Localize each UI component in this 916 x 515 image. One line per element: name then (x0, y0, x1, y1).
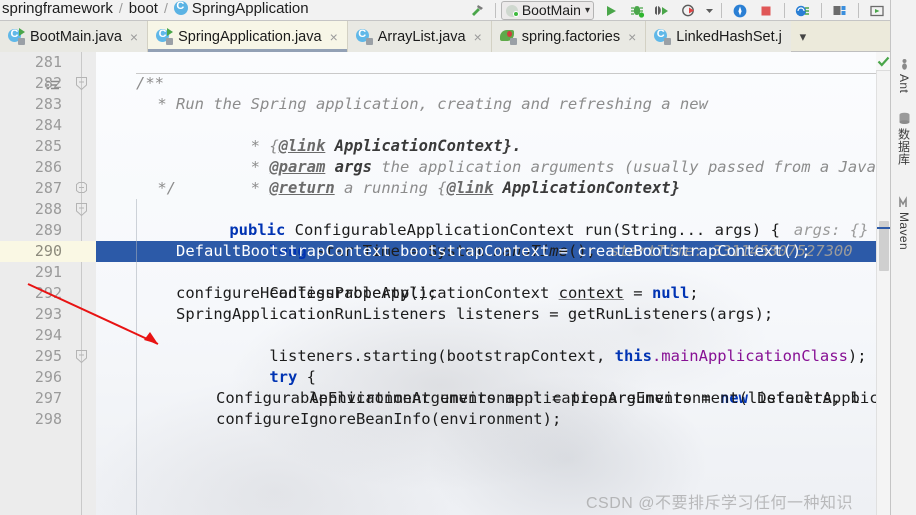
layout-button[interactable] (827, 1, 853, 21)
maven-icon (898, 196, 911, 209)
update-application-button[interactable] (727, 1, 753, 21)
stop-button[interactable] (753, 1, 779, 21)
ant-icon (898, 58, 911, 71)
line-number: 292 (34, 284, 62, 302)
line-number: 296 (34, 368, 62, 386)
java-class-readonly-icon (156, 28, 174, 45)
debug-button[interactable] (624, 1, 650, 21)
fold-marker-icon[interactable] (76, 203, 87, 216)
profiler-dropdown[interactable] (702, 1, 716, 21)
checkmark-icon (877, 56, 889, 67)
run-toolbar: BootMain ▾ (464, 0, 916, 21)
tool-window-label: Ant (897, 74, 911, 94)
toolbar-divider (494, 3, 496, 18)
code-line-297: ConfigurableEnvironment environment = pr… (216, 389, 860, 407)
breadcrumb-item-package[interactable]: springframework (2, 0, 113, 17)
breadcrumb-item-module[interactable]: boot (129, 0, 158, 17)
run-config-icon (505, 4, 520, 18)
editor-tab-arraylist[interactable]: ArrayList.java × (347, 21, 492, 52)
tool-window-button-maven[interactable]: Maven (891, 196, 916, 250)
toolbar-divider (858, 3, 859, 18)
error-stripe-scrollbar[interactable] (876, 71, 891, 515)
line-number: 281 (34, 53, 62, 71)
line-number: 293 (34, 305, 62, 323)
editor-tab-bar: BootMain.java × SpringApplication.java ×… (0, 21, 916, 52)
close-icon[interactable]: × (330, 30, 338, 44)
line-number: 297 (34, 389, 62, 407)
gutter-annotation-icon[interactable] (46, 78, 60, 90)
chevron-down-icon[interactable]: ▾ (791, 21, 815, 52)
editor-tab-label: BootMain.java (30, 28, 122, 45)
editor-tab-springapplication[interactable]: SpringApplication.java × (148, 21, 348, 52)
fold-marker-icon[interactable] (76, 350, 87, 363)
code-editor[interactable]: 281 282 283 284 285 286 287 288 289 290 … (0, 52, 916, 515)
toolbar-divider (721, 3, 722, 18)
editor-tab-label: SpringApplication.java (178, 28, 322, 45)
tool-window-label: Maven (897, 212, 911, 251)
toolbar-divider (821, 3, 822, 18)
line-number: 291 (34, 263, 62, 281)
editor-tab-label: LinkedHashSet.j (676, 28, 782, 45)
close-icon[interactable]: × (474, 30, 482, 44)
line-number: 286 (34, 158, 62, 176)
run-with-coverage-button[interactable] (650, 1, 676, 21)
close-icon[interactable]: × (130, 30, 138, 44)
csdn-watermark: CSDN @不要排斥学习任何一种知识 (586, 495, 854, 512)
code-line-283: * Run the Spring application, creating a… (148, 95, 708, 113)
java-class-runnable-icon (8, 28, 25, 45)
close-icon[interactable]: × (628, 30, 636, 44)
breadcrumb-item-class[interactable]: SpringApplication (192, 0, 309, 17)
chevron-down-icon[interactable]: ▾ (585, 5, 590, 16)
run-button[interactable] (598, 1, 624, 21)
ide-window: springframework / boot / SpringApplicati… (0, 0, 916, 515)
fold-marker-icon[interactable] (76, 182, 87, 194)
spring-factories-icon (499, 29, 517, 45)
attach-debugger-button[interactable] (790, 1, 816, 21)
build-project-button[interactable] (464, 1, 490, 21)
breadcrumb-separator: / (163, 0, 168, 16)
fold-column-line (81, 52, 82, 515)
navigation-toolbar: springframework / boot / SpringApplicati… (0, 0, 916, 21)
editor-tab-label: spring.factories (521, 28, 621, 45)
line-number: 295 (34, 347, 62, 365)
code-line-292: configureHeadlessProperty(); (176, 284, 438, 302)
java-class-readonly-icon (654, 29, 672, 45)
line-number: 287 (34, 179, 62, 197)
toolbar-divider (784, 3, 785, 18)
line-number: 298 (34, 410, 62, 428)
database-icon (898, 112, 911, 125)
line-number-current: 290 (34, 242, 62, 260)
profiler-button[interactable] (676, 1, 702, 21)
line-number: 284 (34, 116, 62, 134)
code-line-298: configureIgnoreBeanInfo(environment); (216, 410, 562, 428)
editor-tab-label: ArrayList.java (377, 28, 466, 45)
code-text-area[interactable]: /** * Run the Spring application, creati… (96, 52, 890, 515)
run-anything-button[interactable] (864, 1, 890, 21)
fold-marker-icon[interactable] (76, 77, 87, 90)
editor-tab-linkedhashset[interactable]: LinkedHashSet.j (646, 21, 791, 52)
run-configuration-selector[interactable]: BootMain ▾ (500, 1, 594, 20)
tool-window-button-ant[interactable]: Ant (891, 58, 916, 93)
code-line-287: */ (148, 179, 176, 197)
java-class-icon (173, 0, 188, 15)
tool-window-label: 数据库 (896, 128, 911, 166)
inspection-status-icon[interactable] (876, 52, 890, 71)
right-tool-window-bar: Ant 数据库 Maven (890, 0, 916, 515)
editor-tab-bootmain[interactable]: BootMain.java × (0, 21, 149, 52)
line-number: 294 (34, 326, 62, 344)
breadcrumb[interactable]: springframework / boot / SpringApplicati… (0, 0, 309, 17)
code-line-290: DefaultBootstrapContext bootstrapContext… (176, 242, 811, 260)
run-config-name: BootMain (521, 1, 581, 18)
line-number: 289 (34, 221, 62, 239)
line-number: 285 (34, 137, 62, 155)
breadcrumb-separator: / (118, 0, 123, 16)
caret-position-marker (877, 227, 891, 229)
tool-window-button-database[interactable]: 数据库 (891, 112, 916, 165)
code-line-293: SpringApplicationRunListeners listeners … (176, 305, 774, 323)
editor-tab-spring-factories[interactable]: spring.factories × (491, 21, 647, 52)
line-number: 283 (34, 95, 62, 113)
line-number: 288 (34, 200, 62, 218)
java-class-readonly-icon (356, 29, 373, 45)
code-line-282: /** (136, 74, 164, 92)
